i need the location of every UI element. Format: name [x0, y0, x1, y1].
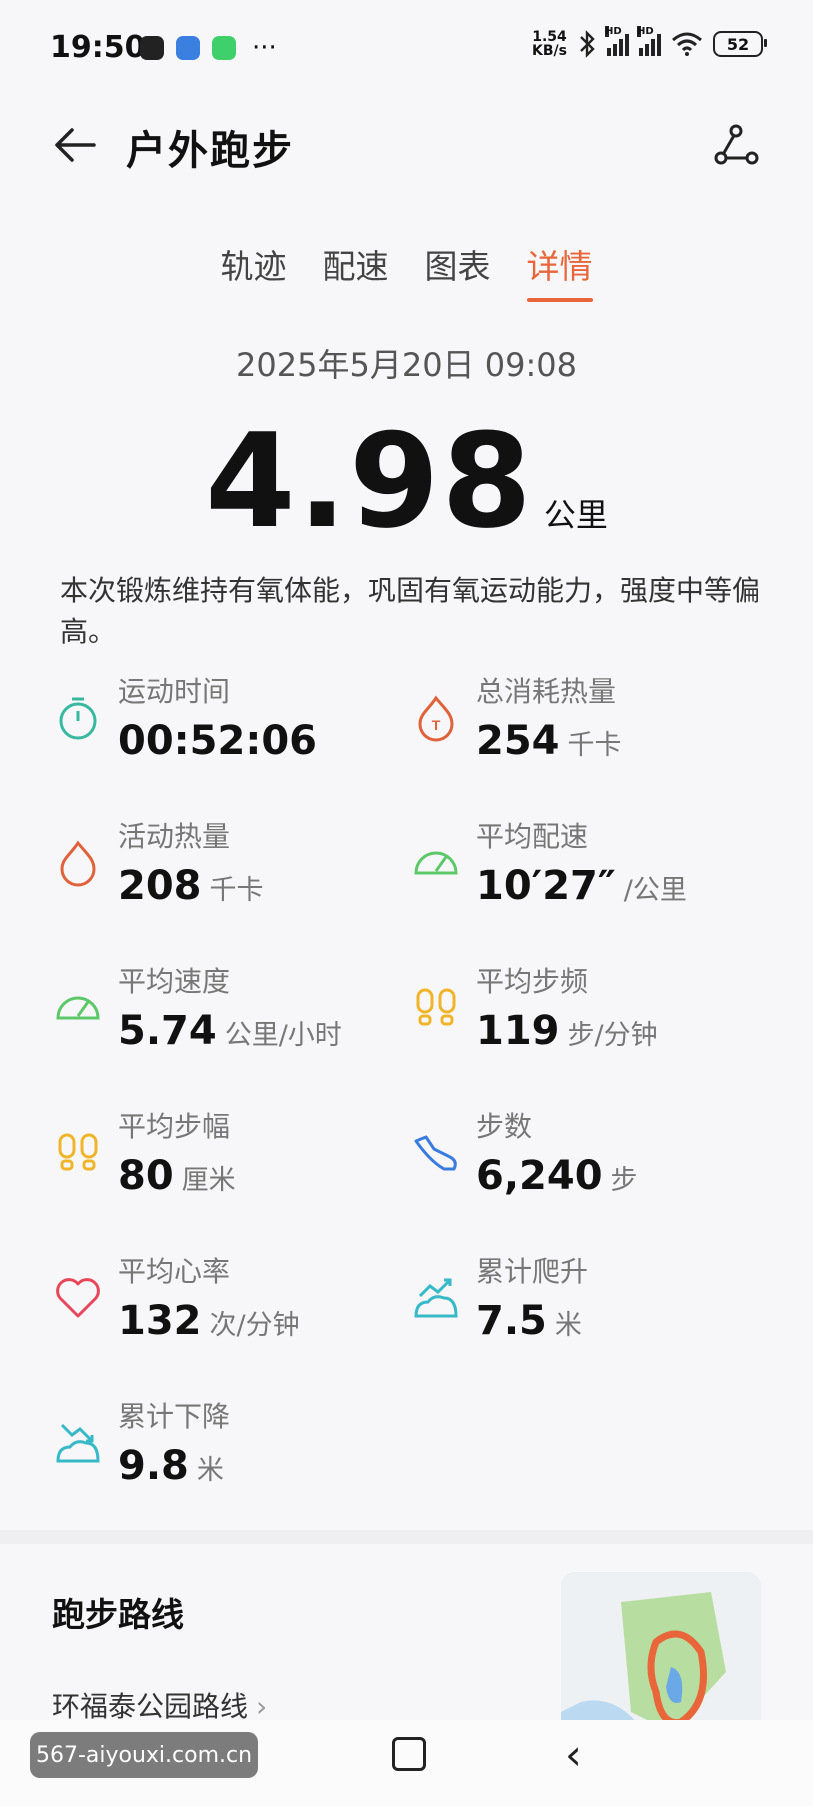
route-name-link[interactable]: 环福泰公园路线 ›	[52, 1685, 267, 1725]
tab-details[interactable]: 详情	[526, 240, 593, 302]
svg-text:T: T	[432, 717, 441, 733]
stat-average-cadence: 平均步频 119 步/分钟	[410, 960, 770, 1080]
stat-total-descent: 累计下降 9.8 米	[52, 1395, 412, 1515]
watermark-label: 567-aiyouxi.com.cn	[30, 1732, 258, 1778]
home-button[interactable]	[392, 1737, 426, 1771]
distance-value: 4.98	[205, 405, 534, 557]
page-title: 户外跑步	[126, 128, 294, 174]
wifi-icon	[672, 32, 702, 56]
stat-active-calories: 活动热量 208 千卡	[52, 815, 412, 935]
status-time: 19:50	[50, 30, 146, 65]
net-speed: 1.54 KB/s	[532, 29, 567, 59]
app-notification-icon	[140, 36, 164, 60]
stat-average-heart-rate: 平均心率 132 次/分钟	[52, 1250, 412, 1370]
distance-display: 4.98 公里	[0, 405, 813, 557]
stat-total-calories: T 总消耗热量 254 千卡	[410, 670, 770, 790]
descent-icon	[56, 1423, 100, 1463]
speedometer-icon	[414, 851, 458, 875]
flame-icon	[60, 840, 96, 887]
bluetooth-icon	[580, 30, 595, 58]
climb-icon	[414, 1278, 458, 1318]
heart-icon	[56, 1278, 100, 1318]
share-icon[interactable]	[709, 118, 763, 172]
stat-average-pace: 平均配速 10′27″/公里	[410, 815, 770, 935]
tab-bar: 轨迹 配速 图表 详情	[0, 240, 813, 302]
speedometer-icon	[56, 996, 100, 1020]
signal-2-icon: HD	[637, 26, 661, 56]
stat-total-ascent: 累计爬升 7.5 米	[410, 1250, 770, 1370]
workout-summary-text: 本次锻炼维持有氧体能，巩固有氧运动能力，强度中等偏高。	[60, 574, 761, 648]
back-arrow-icon[interactable]	[50, 120, 100, 170]
battery-indicator: 52	[713, 31, 767, 57]
footprints-icon	[58, 1133, 98, 1171]
section-divider	[0, 1530, 813, 1544]
app-notification-icon	[176, 36, 200, 60]
stat-average-stride: 平均步幅 80 厘米	[52, 1105, 412, 1225]
footprints-icon	[416, 988, 456, 1026]
system-back-button[interactable]: ‹	[565, 1730, 582, 1779]
more-notifications-icon: ···	[252, 33, 277, 63]
workout-datetime: 2025年5月20日 09:08	[236, 346, 577, 384]
tab-pace[interactable]: 配速	[323, 240, 389, 302]
tab-charts[interactable]: 图表	[425, 240, 491, 302]
shoe-icon	[414, 1135, 457, 1171]
status-app-icons: ···	[140, 33, 277, 63]
route-section-title: 跑步路线	[52, 1595, 184, 1634]
tab-track[interactable]: 轨迹	[221, 240, 287, 302]
stat-average-speed: 平均速度 5.74 公里/小时	[52, 960, 412, 1080]
app-notification-icon	[212, 36, 236, 60]
distance-unit: 公里	[543, 496, 608, 534]
stopwatch-icon	[59, 697, 97, 740]
stat-steps: 步数 6,240 步	[410, 1105, 770, 1225]
status-indicators: 1.54 KB/s HD HD 52	[532, 26, 767, 59]
stat-duration: 运动时间 00:52:06	[52, 670, 412, 790]
total-calorie-icon: T	[418, 695, 454, 742]
chevron-right-icon: ›	[256, 1690, 268, 1723]
active-tab-indicator	[526, 298, 593, 302]
status-bar: 19:50 ··· 1.54 KB/s HD HD 52	[0, 0, 813, 100]
signal-1-icon: HD	[605, 26, 629, 56]
